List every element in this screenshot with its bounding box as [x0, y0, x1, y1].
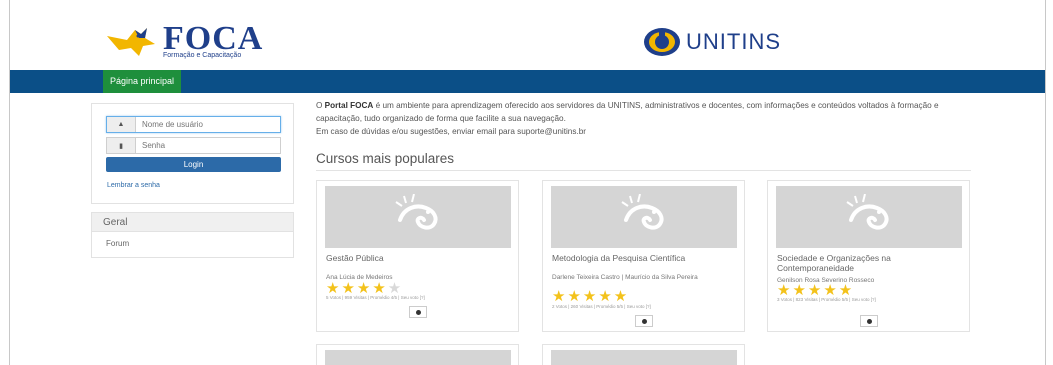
course-thumbnail[interactable] — [325, 186, 511, 248]
general-block-title: Geral — [92, 213, 293, 232]
general-block: Geral Forum — [91, 212, 294, 258]
main-navbar: Página principal — [10, 70, 1045, 93]
course-title[interactable]: Metodologia da Pesquisa Científica — [552, 253, 740, 263]
placeholder-chameleon-icon — [846, 194, 889, 230]
course-thumbnail[interactable] — [551, 350, 737, 365]
eye-icon — [415, 309, 421, 315]
course-teacher: Darlene Teixeira Castro | Maurício da Si… — [552, 274, 698, 281]
course-card[interactable] — [542, 344, 745, 365]
user-icon: ▲ — [107, 117, 136, 132]
login-panel: ▲ ▮ Login Lembrar a senha — [91, 103, 294, 204]
course-card[interactable]: Metodologia da Pesquisa Científica Darle… — [542, 180, 745, 332]
lock-icon: ▮ — [107, 138, 136, 153]
intro-text: é um ambiente para aprendizagem oferecid… — [316, 101, 939, 123]
unitins-logo[interactable]: UNITINS — [642, 26, 812, 66]
foca-logo-subtitle: Formação e Capacitação — [163, 52, 242, 59]
section-divider — [316, 170, 971, 171]
placeholder-chameleon-icon — [621, 194, 664, 230]
view-course-button[interactable] — [635, 315, 653, 327]
course-stats: 5 Votos | 959 Visitas | Promédio 4/5 | S… — [326, 295, 425, 300]
username-field[interactable]: ▲ — [106, 116, 281, 133]
course-title[interactable]: Sociedade e Organizações na Contemporane… — [777, 253, 965, 273]
forum-link[interactable]: Forum — [92, 239, 293, 248]
course-card[interactable] — [316, 344, 519, 365]
course-title[interactable]: Gestão Pública — [326, 253, 514, 263]
password-input[interactable] — [136, 138, 276, 153]
intro-brand: Portal FOCA — [324, 101, 374, 110]
login-button[interactable]: Login — [106, 157, 281, 172]
foca-bird-icon — [107, 28, 155, 56]
nav-home-button[interactable]: Página principal — [103, 70, 182, 93]
placeholder-chameleon-icon — [395, 194, 438, 230]
popular-courses-title: Cursos mais populares — [316, 151, 455, 166]
course-thumbnail[interactable] — [551, 186, 737, 248]
eye-icon — [866, 318, 872, 324]
password-field[interactable]: ▮ — [106, 137, 281, 154]
course-stats: 2 Votos | 260 Visitas | Promédio 5/5 | S… — [552, 304, 651, 309]
site-header: FOCA Formação e Capacitação UNITINS — [10, 0, 1045, 70]
intro-paragraph: O Portal FOCA é um ambiente para aprendi… — [316, 101, 939, 123]
page-border-right — [1045, 0, 1046, 365]
foca-logo[interactable]: FOCA Formação e Capacitação — [105, 20, 290, 60]
course-card[interactable]: Sociedade e Organizações na Contemporane… — [767, 180, 970, 332]
eye-icon — [641, 318, 647, 324]
course-thumbnail[interactable] — [776, 186, 962, 248]
support-contact-text: Em caso de dúvidas e/ou sugestões, envia… — [316, 127, 587, 136]
view-course-button[interactable] — [409, 306, 427, 318]
course-stats: 3 Votos | 823 Visitas | Promédio 5/5 | S… — [777, 297, 876, 302]
course-card[interactable]: Gestão Pública Ana Lúcia de Medeiros ★★★… — [316, 180, 519, 332]
username-input[interactable] — [136, 117, 276, 132]
forgot-password-link[interactable]: Lembrar a senha — [107, 182, 160, 189]
rating-stars[interactable]: ★★★★★ — [552, 287, 629, 305]
course-thumbnail[interactable] — [325, 350, 511, 365]
unitins-logo-text: UNITINS — [686, 29, 781, 54]
view-course-button[interactable] — [860, 315, 878, 327]
unitins-emblem-icon — [644, 28, 680, 56]
